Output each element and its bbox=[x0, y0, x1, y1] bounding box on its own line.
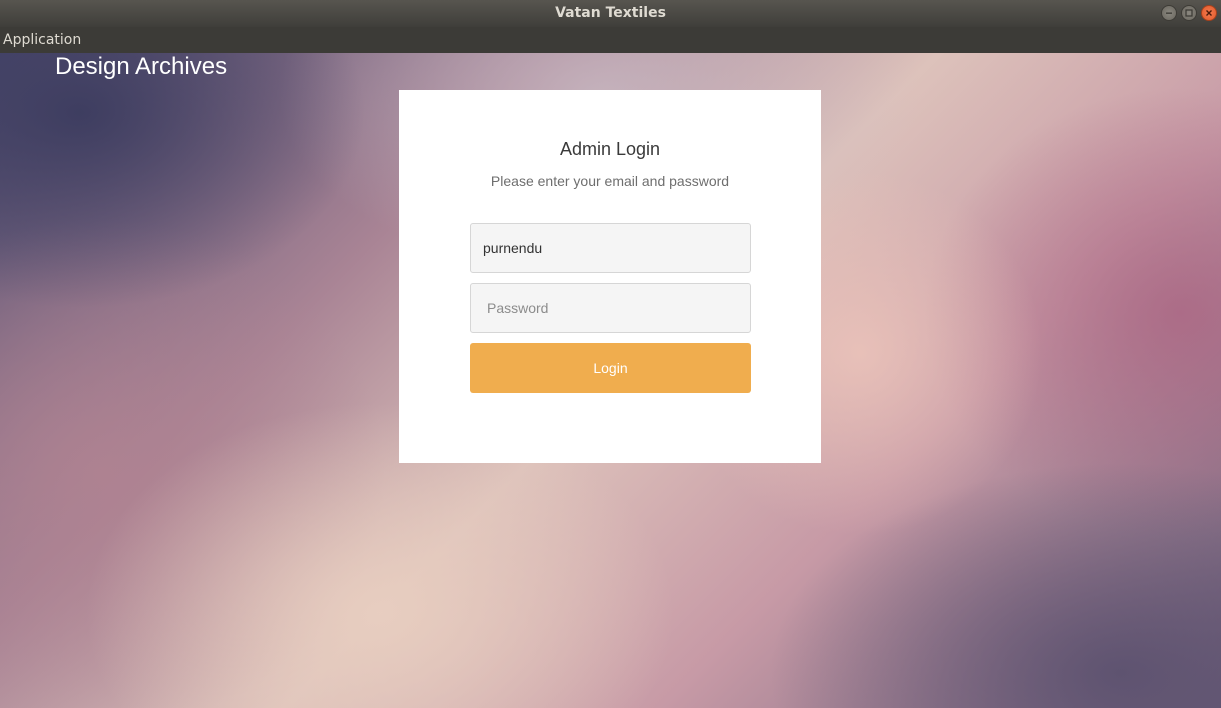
maximize-icon[interactable] bbox=[1181, 5, 1197, 21]
window-controls bbox=[1161, 5, 1217, 21]
minimize-icon[interactable] bbox=[1161, 5, 1177, 21]
login-button[interactable]: Login bbox=[470, 343, 751, 393]
menu-item-application[interactable]: Application bbox=[3, 27, 81, 54]
login-title: Admin Login bbox=[559, 139, 661, 159]
login-subtitle: Please enter your email and password bbox=[490, 173, 730, 189]
window-title: Vatan Textiles bbox=[555, 5, 666, 21]
brand-title: Design Archives bbox=[55, 53, 228, 80]
password-input[interactable] bbox=[470, 283, 751, 333]
menu-bar: Application bbox=[0, 27, 1221, 53]
title-bar[interactable]: Vatan Textiles bbox=[0, 0, 1221, 27]
login-card: Admin Login Please enter your email and … bbox=[399, 90, 821, 463]
close-icon[interactable] bbox=[1201, 5, 1217, 21]
main-content: Design Archives Admin Login Please enter… bbox=[0, 53, 1221, 708]
username-input[interactable] bbox=[470, 223, 751, 273]
app-window: Vatan Textiles Application Design Archiv… bbox=[0, 0, 1221, 708]
